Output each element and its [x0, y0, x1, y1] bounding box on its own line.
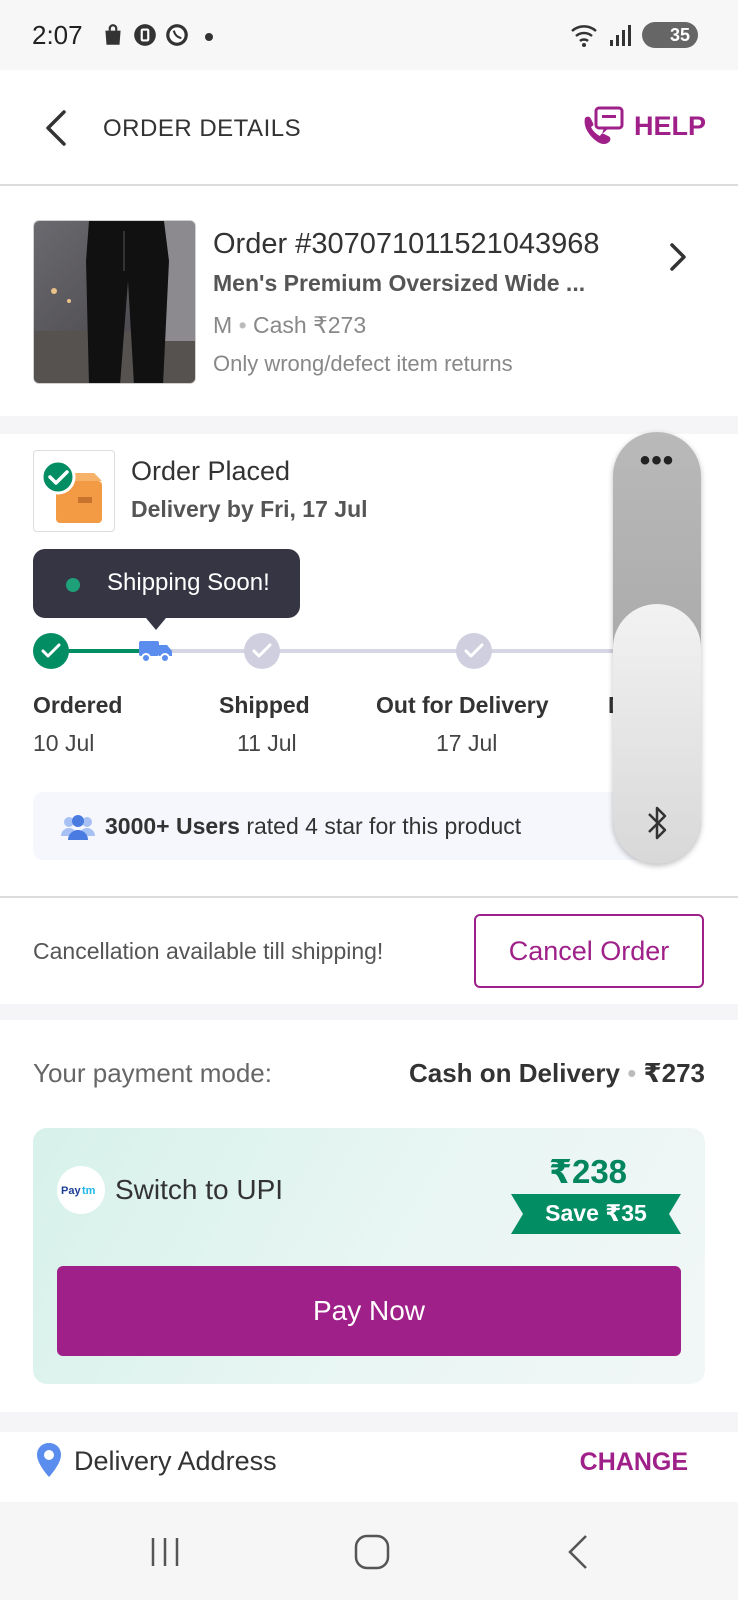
status-bar: 2:07 35	[0, 0, 738, 70]
step-label: Out for Delivery	[376, 692, 549, 718]
battery-indicator: 35	[642, 22, 698, 48]
home-icon[interactable]	[352, 1532, 392, 1572]
section-gap	[0, 1004, 738, 1020]
step-label: Shipped	[219, 692, 310, 718]
system-indicators: 35	[570, 22, 698, 48]
step-date: 17 Jul	[436, 730, 498, 756]
more-options-icon[interactable]: •••	[633, 446, 681, 476]
recent-apps-icon[interactable]	[145, 1532, 185, 1572]
paytm-logo: Pay tm	[57, 1166, 105, 1214]
phone-app-icon	[166, 24, 188, 46]
status-dot	[66, 578, 80, 592]
svg-text:Pay: Pay	[61, 1185, 81, 1197]
product-thumbnail	[33, 220, 196, 384]
location-pin-icon	[37, 1443, 61, 1477]
back-icon[interactable]	[40, 108, 74, 148]
edge-panel-handle[interactable]	[613, 604, 701, 864]
order-status-title: Order Placed	[131, 456, 291, 486]
shipping-soon-tooltip: Shipping Soon!	[33, 549, 300, 618]
payment-summary: Cash ₹273	[253, 312, 367, 338]
shopping-bag-icon	[105, 24, 121, 45]
package-icon	[33, 450, 115, 532]
status-time: 2:07	[32, 20, 83, 50]
switch-to-upi-card: Pay tm Switch to UPI ₹238 Save ₹35 Pay N…	[33, 1128, 705, 1384]
value-separator: •	[627, 1058, 644, 1088]
section-gap	[0, 1412, 738, 1432]
step-date: 10 Jul	[33, 730, 95, 756]
payment-section: Your payment mode: Cash on Delivery • ₹2…	[0, 1020, 738, 1412]
users-icon	[61, 815, 95, 840]
support-chat-icon	[584, 106, 624, 145]
wifi-icon	[571, 25, 597, 47]
step-node-shipped	[244, 633, 280, 669]
upi-price: ₹238	[549, 1153, 628, 1190]
signal-icon	[610, 25, 631, 46]
page-title: ORDER DETAILS	[103, 115, 302, 142]
delivery-address-title: Delivery Address	[74, 1446, 277, 1476]
help-label: HELP	[633, 110, 706, 141]
rating-detail: rated 4 star for this product	[239, 813, 522, 839]
notification-icons	[100, 22, 190, 48]
pay-now-button[interactable]: Pay Now	[57, 1266, 681, 1356]
step-node-ordered	[33, 633, 69, 669]
meta-separator: •	[238, 312, 254, 338]
delivery-estimate: Delivery by Fri, 17 Jul	[131, 496, 368, 522]
step-label: Ordered	[33, 692, 123, 718]
rating-count: 3000+ Users	[105, 813, 240, 839]
payment-mode-value: Cash on Delivery • ₹273	[409, 1058, 705, 1089]
switch-to-upi-label: Switch to UPI	[115, 1174, 284, 1205]
tooltip-pointer	[146, 618, 166, 630]
truck-icon	[139, 641, 172, 663]
change-address-button[interactable]: CHANGE	[580, 1448, 688, 1477]
app-notification-icon	[134, 24, 156, 46]
bluetooth-icon[interactable]	[643, 804, 671, 842]
cancel-order-button[interactable]: Cancel Order	[474, 914, 704, 988]
order-number: Order #307071011521043968	[213, 228, 600, 260]
step-date: 11 Jul	[237, 730, 297, 756]
svg-text:tm: tm	[82, 1185, 96, 1197]
delivery-address-section: Delivery Address CHANGE	[0, 1432, 738, 1502]
step-node-out-for-delivery	[456, 633, 492, 669]
check-icon	[41, 643, 61, 658]
system-navigation-bar	[0, 1502, 738, 1600]
more-notifications-dot	[205, 33, 213, 41]
payment-mode-label: Your payment mode:	[33, 1058, 272, 1088]
floating-edge-panel[interactable]: •••	[613, 432, 701, 864]
payment-amount: ₹273	[643, 1058, 705, 1088]
help-button[interactable]: HELP	[582, 106, 706, 146]
cancellation-section: Cancellation available till shipping! Ca…	[0, 896, 738, 1004]
check-icon	[252, 643, 272, 658]
product-rating-banner: 3000+ Users rated 4 star for this produc…	[33, 792, 673, 860]
product-size: M	[213, 312, 233, 338]
tooltip-text: Shipping Soon!	[107, 569, 270, 596]
upi-savings: Save ₹35	[545, 1200, 647, 1226]
rating-text: 3000+ Users rated 4 star for this produc…	[105, 813, 521, 840]
product-name: Men's Premium Oversized Wide ...	[213, 270, 586, 296]
cancellation-note: Cancellation available till shipping!	[33, 938, 384, 964]
progress-line-pending	[154, 649, 684, 653]
order-summary-card[interactable]: Order #307071011521043968 Men's Premium …	[0, 188, 738, 416]
order-meta: M • Cash ₹273	[213, 312, 366, 339]
section-gap	[0, 416, 738, 434]
payment-method: Cash on Delivery	[408, 1058, 620, 1088]
chevron-right-icon[interactable]	[666, 240, 692, 274]
returns-policy: Only wrong/defect item returns	[213, 351, 513, 376]
check-icon	[464, 643, 484, 658]
app-header: ORDER DETAILS HELP	[0, 70, 738, 186]
back-nav-icon[interactable]	[560, 1532, 600, 1572]
paytm-wordmark: Pay tm	[61, 1185, 96, 1197]
